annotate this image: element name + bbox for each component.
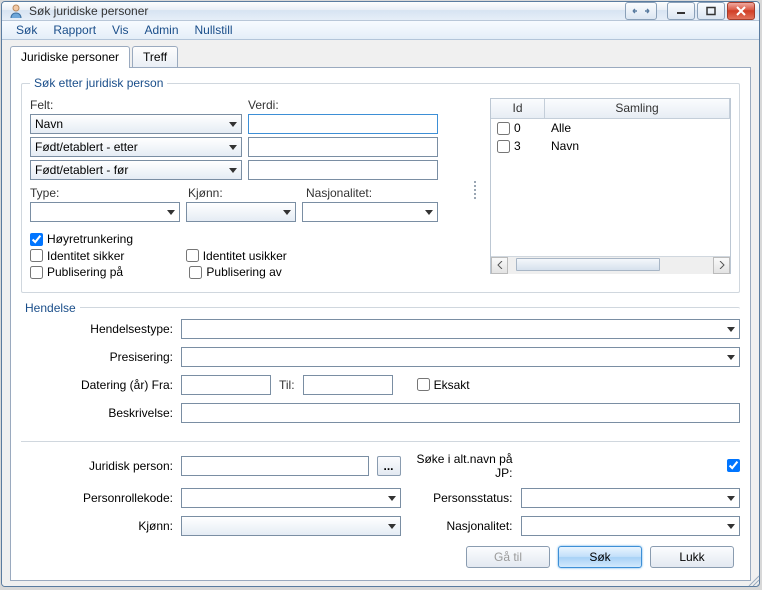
group-hendelse: Hendelse Hendelsestype: Presisering: Dat… — [21, 301, 740, 431]
tab-panel: Søk etter juridisk person Felt: Verdi: N… — [10, 67, 751, 581]
label-nasjonalitet: Nasjonalitet: — [306, 186, 372, 200]
titlebar: Søk juridiske personer — [2, 2, 759, 21]
button-row: Gå til Søk Lukk — [21, 536, 740, 572]
tabstrip: Juridiske personer Treff — [10, 46, 751, 68]
grid-row[interactable]: 0 Alle — [491, 119, 730, 137]
grid-col-id[interactable]: Id — [491, 99, 545, 118]
grid-row[interactable]: 3 Navn — [491, 137, 730, 155]
checkbox-soke-altnavn[interactable] — [727, 459, 740, 472]
combo-felt-3[interactable]: Født/etablert - før — [30, 160, 242, 180]
label-presisering: Presisering: — [21, 350, 181, 364]
combo-felt-2[interactable]: Født/etablert - etter — [30, 137, 242, 157]
input-verdi-1[interactable] — [248, 114, 438, 134]
combo-nasjonalitet-top[interactable] — [302, 202, 438, 222]
checkbox-hoyretrunkering[interactable]: Høyretrunkering — [30, 232, 133, 246]
label-personrollekode: Personrollekode: — [21, 491, 181, 505]
label-datering-fra: Datering (år) Fra: — [21, 378, 181, 392]
combo-presisering[interactable] — [181, 347, 740, 367]
input-datering-fra[interactable] — [181, 375, 271, 395]
tab-juridiske-personer[interactable]: Juridiske personer — [10, 46, 130, 68]
input-verdi-3[interactable] — [248, 160, 438, 180]
label-verdi: Verdi: — [248, 98, 279, 112]
checkbox-publisering-pa[interactable]: Publisering på — [30, 265, 123, 279]
menu-vis[interactable]: Vis — [104, 21, 136, 39]
combo-personsstatus[interactable] — [521, 488, 741, 508]
client-area: Juridiske personer Treff Søk etter jurid… — [2, 40, 759, 587]
grid-row-checkbox[interactable] — [497, 122, 510, 135]
checkbox-identitet-sikker[interactable]: Identitet sikker — [30, 249, 124, 263]
gatil-button[interactable]: Gå til — [466, 546, 550, 568]
nav-back-forward-button[interactable] — [625, 2, 657, 20]
label-type: Type: — [30, 186, 188, 200]
checkbox-eksakt[interactable]: Eksakt — [417, 378, 470, 392]
app-icon — [8, 3, 24, 19]
scroll-left-icon[interactable] — [491, 257, 508, 274]
input-datering-til[interactable] — [303, 375, 393, 395]
window-title: Søk juridiske personer — [29, 4, 148, 18]
combo-felt-1[interactable]: Navn — [30, 114, 242, 134]
menu-admin[interactable]: Admin — [137, 21, 187, 39]
lukk-button[interactable]: Lukk — [650, 546, 734, 568]
label-juridisk-person: Juridisk person: — [21, 459, 181, 473]
sok-button[interactable]: Søk — [558, 546, 642, 568]
label-personsstatus: Personsstatus: — [401, 491, 521, 505]
window: Søk juridiske personer Søk Rapport Vis A… — [1, 1, 760, 587]
menu-sok[interactable]: Søk — [8, 21, 45, 39]
combo-type[interactable] — [30, 202, 180, 222]
combo-hendelsestype[interactable] — [181, 319, 740, 339]
grid-hscrollbar[interactable] — [491, 256, 730, 273]
label-til: Til: — [279, 378, 295, 392]
minimize-button[interactable] — [667, 2, 695, 20]
label-hendelsestype: Hendelsestype: — [21, 322, 181, 336]
group-sok-etter: Søk etter juridisk person Felt: Verdi: N… — [21, 76, 740, 293]
browse-button[interactable]: ... — [377, 456, 401, 476]
input-verdi-2[interactable] — [248, 137, 438, 157]
input-juridisk-person[interactable] — [181, 456, 369, 476]
checkbox-identitet-usikker[interactable]: Identitet usikker — [186, 249, 287, 263]
group-legend: Søk etter juridisk person — [30, 76, 167, 90]
combo-personrollekode[interactable] — [181, 488, 401, 508]
menu-nullstill[interactable]: Nullstill — [187, 21, 241, 39]
combo-kjonn-bottom[interactable] — [181, 516, 401, 536]
checkbox-publisering-av[interactable]: Publisering av — [189, 265, 281, 279]
tab-treff[interactable]: Treff — [132, 46, 178, 68]
menu-rapport[interactable]: Rapport — [45, 21, 104, 39]
grid-samling: Id Samling 0 Alle 3 Navn — [490, 98, 731, 274]
label-soke-altnavn: Søke i alt.navn på JP: — [401, 452, 521, 480]
splitter-grip[interactable] — [472, 98, 478, 282]
label-felt: Felt: — [30, 98, 242, 112]
menubar: Søk Rapport Vis Admin Nullstill — [2, 21, 759, 40]
grid-row-checkbox[interactable] — [497, 140, 510, 153]
input-beskrivelse[interactable] — [181, 403, 740, 423]
combo-nasjonalitet-bottom[interactable] — [521, 516, 741, 536]
label-kjonn: Kjønn: — [188, 186, 306, 200]
maximize-button[interactable] — [697, 2, 725, 20]
label-nasjonalitet-bottom: Nasjonalitet: — [401, 519, 521, 533]
label-beskrivelse: Beskrivelse: — [21, 406, 181, 420]
label-kjonn-bottom: Kjønn: — [21, 519, 181, 533]
scroll-right-icon[interactable] — [713, 257, 730, 274]
resize-grip-icon[interactable] — [746, 573, 760, 587]
grid-col-samling[interactable]: Samling — [545, 99, 730, 118]
hendelse-legend: Hendelse — [21, 301, 80, 315]
close-button[interactable] — [727, 2, 755, 20]
combo-kjonn-top[interactable] — [186, 202, 296, 222]
